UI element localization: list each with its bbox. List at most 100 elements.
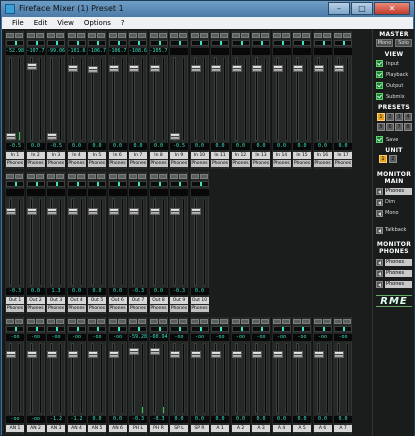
channel-name[interactable]: Out 8 [149,297,168,304]
channel-name[interactable]: A 4 [272,425,291,432]
pan-knob[interactable] [170,40,188,46]
pan-knob[interactable] [6,181,24,187]
route-label[interactable]: Phones [26,160,45,167]
pan-knob[interactable] [47,181,65,187]
maximize-button[interactable]: □ [351,2,373,15]
channel-name[interactable]: Out 10 [190,297,209,304]
fader-handle[interactable] [211,65,221,72]
fader-handle[interactable] [231,351,242,358]
preset-1-button[interactable]: 1 [377,113,385,121]
fader-handle[interactable] [26,208,37,215]
mute-button[interactable] [211,33,219,38]
fader-handle[interactable] [149,65,160,72]
fader-handle[interactable] [170,208,180,215]
solo-button[interactable] [76,319,85,324]
channel-name[interactable]: In 4 [67,152,86,159]
route-label[interactable]: Phones [170,305,188,312]
close-button[interactable]: ✕ [374,2,410,15]
solo-button[interactable] [240,319,249,324]
fader-handle[interactable] [293,351,303,358]
route-label[interactable]: Phones [272,160,291,167]
solo-button[interactable] [199,33,208,38]
channel-name[interactable]: In 2 [26,152,45,159]
solo-button[interactable] [158,33,167,38]
fader-handle[interactable] [272,351,283,358]
pan-knob[interactable] [334,326,352,332]
mute-button[interactable] [67,33,76,38]
route-label[interactable]: Phones [211,160,229,167]
monitor-phones-arrow-icon[interactable] [376,188,383,195]
menu-edit[interactable]: Edit [30,17,52,29]
fader-handle[interactable] [6,133,16,140]
channel-name[interactable]: In 7 [129,152,147,159]
route-label[interactable]: Phones [108,160,127,167]
unit-2-button[interactable]: 2 [389,155,397,163]
solo-button[interactable] [302,319,310,324]
mute-button[interactable] [6,319,14,324]
mute-button[interactable] [6,33,14,38]
channel-name[interactable]: SP R [190,425,209,432]
channel-name[interactable]: In 10 [190,152,209,159]
solo-button[interactable] [302,33,310,38]
channel-name[interactable]: A 3 [252,425,270,432]
pan-knob[interactable] [26,326,45,332]
fader-handle[interactable] [88,208,98,215]
route-label[interactable]: Phones [252,160,270,167]
channel-name[interactable]: AN 2 [26,425,45,432]
channel-name[interactable]: In 14 [272,152,291,159]
view-output-checkbox[interactable] [376,82,383,89]
pan-knob[interactable] [170,181,188,187]
mute-button[interactable] [26,174,35,179]
talkback-arrow-icon[interactable] [376,227,383,234]
channel-name[interactable]: AN 6 [108,425,127,432]
mute-button[interactable] [272,33,281,38]
solo-button[interactable] [322,33,331,38]
channel-name[interactable]: AN 5 [88,425,106,432]
channel-name[interactable]: AN 1 [6,425,24,432]
fader-handle[interactable] [313,65,324,72]
mute-button[interactable] [252,33,260,38]
preset-3-button[interactable]: 3 [395,113,403,121]
channel-name[interactable]: In 5 [88,152,106,159]
pan-knob[interactable] [129,40,147,46]
channel-name[interactable]: A 7 [334,425,352,432]
mute-button[interactable] [293,33,301,38]
solo-button[interactable] [158,174,167,179]
fader-handle[interactable] [67,65,78,72]
solo-button[interactable] [240,33,249,38]
mute-button[interactable] [129,319,137,324]
channel-name[interactable]: SP L [170,425,188,432]
route-label[interactable]: Phones [129,160,147,167]
mute-button[interactable] [129,33,137,38]
fader-handle[interactable] [149,348,160,355]
mute-button[interactable] [231,319,240,324]
solo-button[interactable] [138,319,146,324]
mute-button[interactable] [170,174,178,179]
fader-handle[interactable] [313,351,324,358]
pan-knob[interactable] [88,181,106,187]
fader-handle[interactable] [88,66,98,73]
channel-name[interactable]: Out 3 [47,297,65,304]
pan-knob[interactable] [170,326,188,332]
pan-knob[interactable] [108,326,127,332]
pan-knob[interactable] [313,326,332,332]
fader-handle[interactable] [170,351,180,358]
monitor-source-select[interactable]: Phones [385,188,412,195]
preset-5-button[interactable]: 5 [377,123,385,131]
channel-name[interactable]: In 15 [293,152,311,159]
pan-knob[interactable] [149,326,168,332]
solo-button[interactable] [56,33,64,38]
channel-name[interactable]: Out 4 [67,297,86,304]
mono-button[interactable]: Mono [376,39,393,47]
route-label[interactable]: Phones [293,160,311,167]
mute-button[interactable] [67,174,76,179]
fader-handle[interactable] [170,133,180,140]
solo-button[interactable] [322,319,331,324]
pan-knob[interactable] [67,326,86,332]
phones-2-arrow-icon[interactable] [376,270,383,277]
solo-button[interactable] [179,174,187,179]
mute-button[interactable] [88,319,96,324]
preset-4-button[interactable]: 4 [404,113,412,121]
channel-name[interactable]: In 3 [47,152,65,159]
fader-handle[interactable] [129,208,139,215]
